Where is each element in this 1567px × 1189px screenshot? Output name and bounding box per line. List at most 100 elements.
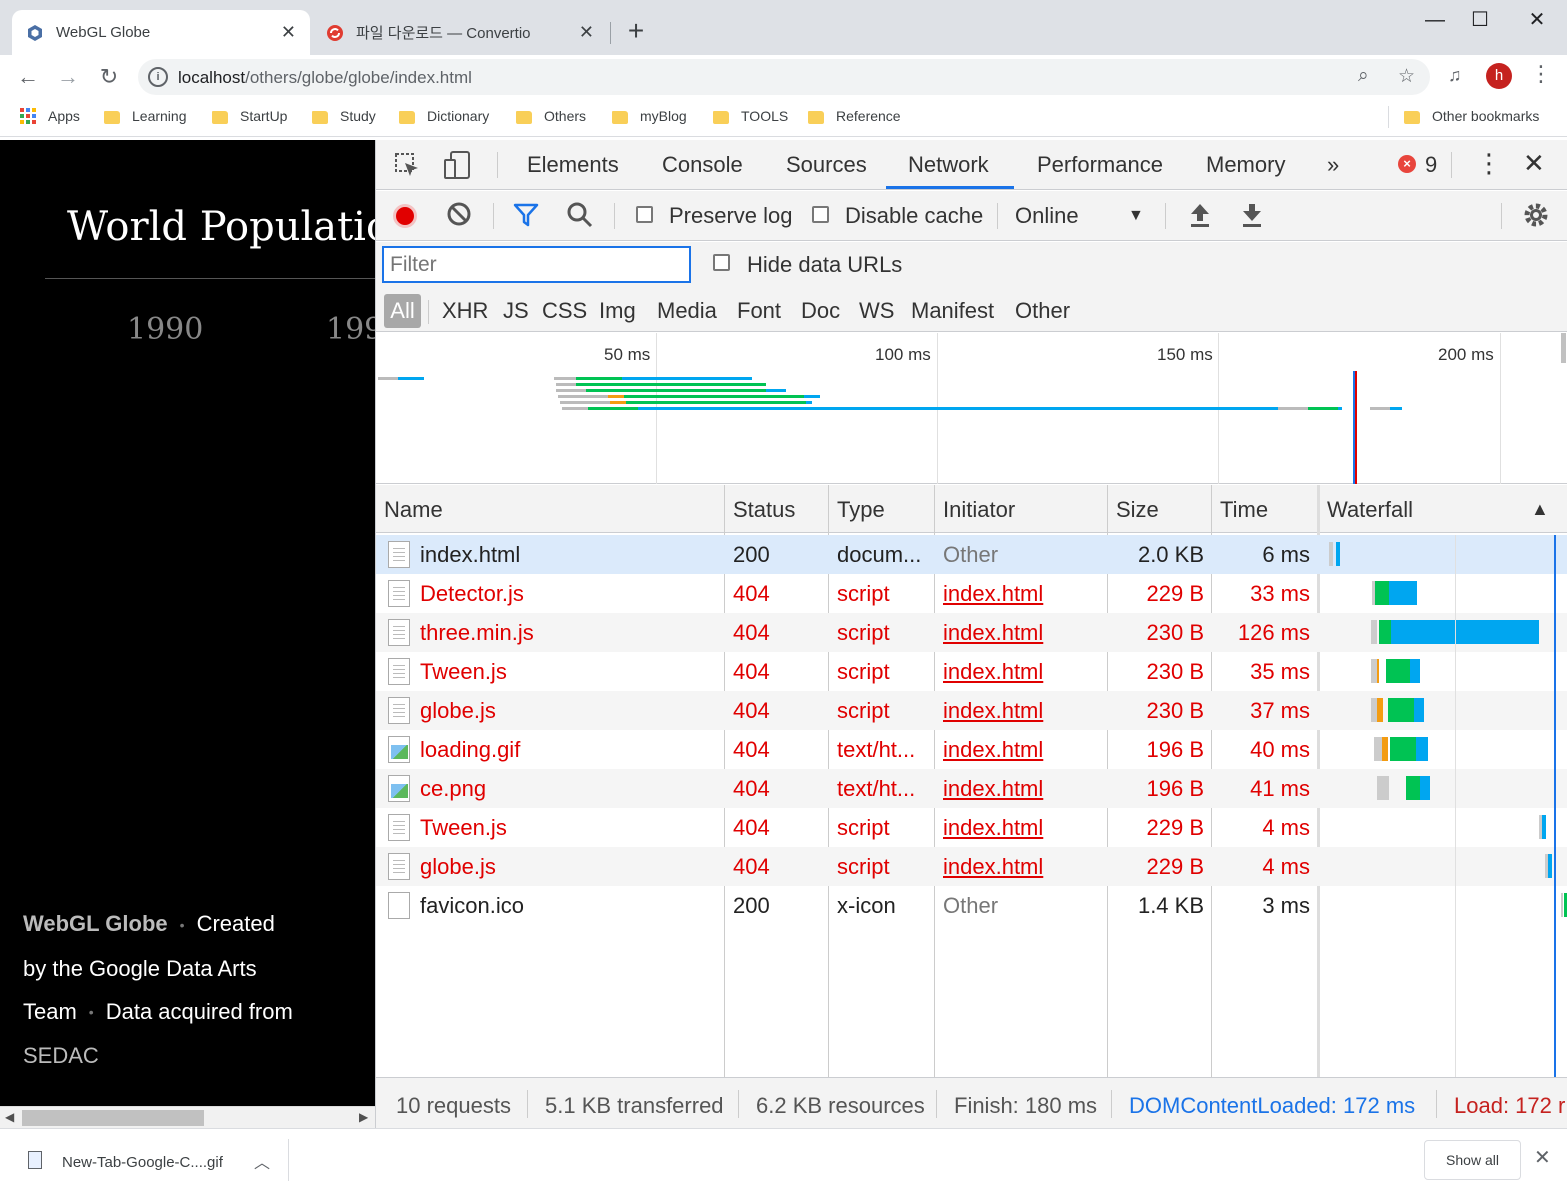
- preserve-log-checkbox[interactable]: [636, 206, 653, 223]
- request-name[interactable]: Tween.js: [420, 659, 720, 685]
- hide-data-urls-checkbox[interactable]: [713, 254, 730, 271]
- tab-close-icon[interactable]: ✕: [579, 22, 594, 43]
- request-initiator[interactable]: index.html: [943, 776, 1103, 802]
- type-filter-css[interactable]: CSS: [542, 298, 587, 324]
- credits-source-link[interactable]: SEDAC: [23, 1043, 99, 1068]
- year-next[interactable]: 199: [326, 312, 375, 347]
- url-text[interactable]: localhost/others/globe/globe/index.html: [178, 68, 472, 88]
- request-initiator[interactable]: index.html: [943, 698, 1103, 724]
- column-waterfall[interactable]: Waterfall: [1327, 497, 1413, 523]
- throttling-select[interactable]: Online: [1015, 203, 1079, 229]
- type-filter-img[interactable]: Img: [599, 298, 636, 324]
- browser-menu-icon[interactable]: ⋮: [1530, 61, 1552, 87]
- tab-elements[interactable]: Elements: [527, 152, 619, 178]
- column-status[interactable]: Status: [733, 497, 795, 523]
- overview-scroll-handle[interactable]: [1561, 333, 1566, 363]
- type-filter-doc[interactable]: Doc: [801, 298, 840, 324]
- type-filter-manifest[interactable]: Manifest: [911, 298, 994, 324]
- hide-data-urls-label[interactable]: Hide data URLs: [747, 252, 902, 278]
- waterfall-row[interactable]: [1321, 886, 1567, 925]
- inspect-element-icon[interactable]: [393, 151, 421, 186]
- back-button[interactable]: ←: [14, 63, 42, 91]
- bookmark-other-bookmarks[interactable]: Other bookmarks: [1404, 108, 1539, 124]
- table-row[interactable]: Detector.js 404 script index.html 229 B 33 ms: [376, 574, 1321, 613]
- request-name[interactable]: index.html: [420, 542, 720, 568]
- tab-convertio[interactable]: 파일 다운로드 — Convertio ✕: [312, 10, 608, 55]
- devtools-menu-icon[interactable]: ⋮: [1476, 148, 1502, 179]
- settings-gear-icon[interactable]: [1522, 201, 1550, 236]
- more-tabs-icon[interactable]: »: [1327, 152, 1339, 178]
- profile-avatar[interactable]: h: [1486, 63, 1512, 89]
- waterfall-row[interactable]: [1321, 691, 1567, 730]
- reload-button[interactable]: ↻: [95, 63, 123, 91]
- type-filter-media[interactable]: Media: [657, 298, 717, 324]
- devtools-close-icon[interactable]: ✕: [1523, 148, 1545, 179]
- tab-network[interactable]: Network: [908, 152, 989, 178]
- tab-sources[interactable]: Sources: [786, 152, 867, 178]
- error-count[interactable]: 9: [1425, 152, 1437, 178]
- waterfall-row[interactable]: [1321, 613, 1567, 652]
- type-filter-ws[interactable]: WS: [859, 298, 894, 324]
- throttle-dropdown-icon[interactable]: ▼: [1128, 207, 1144, 225]
- address-bar[interactable]: i localhost/others/globe/globe/index.htm…: [138, 59, 1430, 95]
- column-size[interactable]: Size: [1116, 497, 1159, 523]
- tab-console[interactable]: Console: [662, 152, 743, 178]
- request-initiator[interactable]: index.html: [943, 581, 1103, 607]
- waterfall-row[interactable]: [1321, 769, 1567, 808]
- maximize-button[interactable]: ☐: [1460, 6, 1500, 34]
- table-row[interactable]: Tween.js 404 script index.html 230 B 35 ms: [376, 652, 1321, 691]
- export-har-icon[interactable]: [1239, 201, 1265, 236]
- table-row[interactable]: index.html 200 docum... Other 2.0 KB 6 ms: [376, 535, 1321, 574]
- bookmark-startup[interactable]: StartUp: [212, 108, 287, 124]
- close-shelf-icon[interactable]: ✕: [1534, 1145, 1551, 1170]
- type-filter-xhr[interactable]: XHR: [442, 298, 488, 324]
- tab-memory[interactable]: Memory: [1206, 152, 1285, 178]
- table-row[interactable]: ce.png 404 text/ht... index.html 196 B 41 ms: [376, 769, 1321, 808]
- type-filter-other[interactable]: Other: [1015, 298, 1070, 324]
- table-row[interactable]: loading.gif 404 text/ht... index.html 196 B 4…: [376, 730, 1321, 769]
- new-tab-button[interactable]: +: [620, 14, 652, 48]
- filter-icon[interactable]: [512, 201, 540, 236]
- media-control-icon[interactable]: ♫: [1448, 65, 1462, 86]
- bookmark-reference[interactable]: Reference: [808, 108, 901, 124]
- preserve-log-label[interactable]: Preserve log: [669, 203, 793, 229]
- table-row[interactable]: globe.js 404 script index.html 229 B 4 ms: [376, 847, 1321, 886]
- bookmark-tools[interactable]: TOOLS: [713, 108, 788, 124]
- type-filter-js[interactable]: JS: [503, 298, 529, 324]
- error-icon[interactable]: ×: [1398, 155, 1416, 173]
- bookmark-others[interactable]: Others: [516, 108, 586, 124]
- type-filter-font[interactable]: Font: [737, 298, 781, 324]
- column-name[interactable]: Name: [384, 497, 443, 523]
- scrollbar-thumb[interactable]: [22, 1110, 204, 1126]
- scroll-right-icon[interactable]: ▶: [359, 1110, 368, 1124]
- request-initiator[interactable]: index.html: [943, 659, 1103, 685]
- sort-ascending-icon[interactable]: ▲: [1531, 499, 1549, 520]
- column-initiator[interactable]: Initiator: [943, 497, 1015, 523]
- table-row[interactable]: favicon.ico 200 x-icon Other 1.4 KB 3 ms: [376, 886, 1321, 925]
- type-filter-all[interactable]: All: [384, 294, 421, 328]
- show-all-button[interactable]: Show all: [1424, 1140, 1521, 1180]
- zoom-icon[interactable]: ⌕: [1358, 65, 1369, 87]
- import-har-icon[interactable]: [1187, 201, 1213, 236]
- year-1990[interactable]: 1990: [127, 312, 203, 347]
- download-filename[interactable]: New-Tab-Google-C....gif: [62, 1154, 223, 1171]
- waterfall-row[interactable]: [1321, 574, 1567, 613]
- request-name[interactable]: globe.js: [420, 698, 720, 724]
- device-toolbar-icon[interactable]: [442, 150, 472, 187]
- tab-performance[interactable]: Performance: [1037, 152, 1163, 178]
- column-time[interactable]: Time: [1220, 497, 1268, 523]
- clear-icon[interactable]: [446, 201, 472, 234]
- waterfall-row[interactable]: [1321, 847, 1567, 886]
- minimize-button[interactable]: —: [1415, 6, 1455, 34]
- request-name[interactable]: globe.js: [420, 854, 720, 880]
- request-name[interactable]: Detector.js: [420, 581, 720, 607]
- chevron-up-icon[interactable]: ︿: [254, 1149, 270, 1173]
- waterfall-row[interactable]: [1321, 535, 1567, 574]
- record-button[interactable]: [393, 204, 417, 228]
- page-horizontal-scrollbar[interactable]: ◀ ▶: [0, 1106, 375, 1128]
- bookmark-learning[interactable]: Learning: [104, 108, 187, 124]
- request-initiator[interactable]: index.html: [943, 737, 1103, 763]
- scroll-left-icon[interactable]: ◀: [5, 1110, 14, 1124]
- waterfall-row[interactable]: [1321, 652, 1567, 691]
- filter-input[interactable]: [382, 246, 691, 283]
